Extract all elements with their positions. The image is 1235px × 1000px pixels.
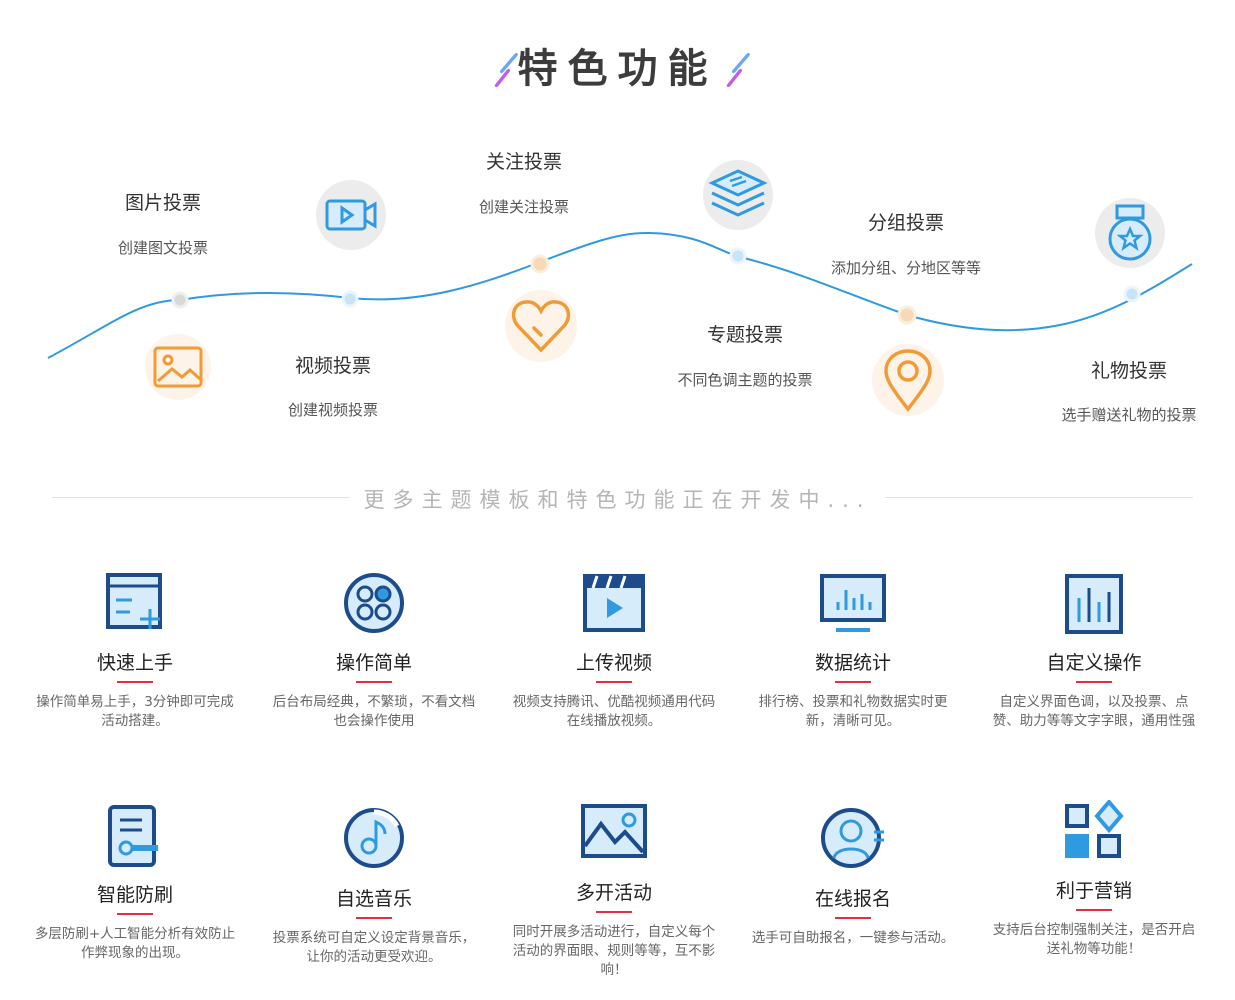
feature-name: 智能防刷 xyxy=(96,884,173,906)
timeline-title-topic: 专题投票 xyxy=(706,324,783,346)
feature-desc: 同时开展多活动进行，自定义每个活动的界面眼、规则等等，互不影响！ xyxy=(512,924,716,978)
feature-name: 利于营销 xyxy=(1055,880,1132,902)
feature-desc: 多层防刷+人工智能分析有效防止作弊现象的出现。 xyxy=(34,926,236,961)
feature-card: 操作简单 后台布局经典，不繁琐，不看文档也会操作使用 xyxy=(264,572,484,731)
heart-icon xyxy=(505,290,577,362)
timeline-node-group xyxy=(897,305,917,325)
divider-right xyxy=(885,497,1193,498)
document-key-icon xyxy=(100,804,170,874)
location-pin-icon xyxy=(872,344,944,416)
timeline-node-image xyxy=(171,291,189,309)
feature-name: 在线报名 xyxy=(814,888,891,910)
timeline-sub-group: 添加分组、分地区等等 xyxy=(830,259,981,277)
feature-name: 上传视频 xyxy=(575,652,652,674)
feature-desc: 支持后台控制强制关注，是否开启送礼物等功能！ xyxy=(992,922,1196,957)
feature-card: 自选音乐 投票系统可自定义设定背景音乐，让你的活动更受欢迎。 xyxy=(264,804,484,967)
timeline-node-video xyxy=(341,290,359,308)
timeline-title-image: 图片投票 xyxy=(124,192,201,214)
timeline-sub-image: 创建图文投票 xyxy=(117,239,208,257)
feature-desc: 自定义界面色调，以及投票、点赞、助力等等文字字眼，通用性强 xyxy=(992,694,1196,729)
feature-underline xyxy=(356,917,392,919)
timeline-title-gift: 礼物投票 xyxy=(1090,360,1167,382)
feature-desc: 视频支持腾讯、优酷视频通用代码在线播放视频。 xyxy=(512,694,716,729)
landscape-icon xyxy=(579,802,649,872)
timeline-sub-video: 创建视频投票 xyxy=(287,401,378,419)
timeline-node-topic xyxy=(729,247,747,265)
feature-name: 操作简单 xyxy=(335,652,412,674)
feature-underline xyxy=(356,681,392,683)
clapper-icon xyxy=(579,572,649,642)
feature-card: 上传视频 视频支持腾讯、优酷视频通用代码在线播放视频。 xyxy=(504,572,724,731)
grid-dial-icon xyxy=(339,572,409,642)
feature-desc: 后台布局经典，不繁琐，不看文档也会操作使用 xyxy=(272,694,476,729)
timeline-title-group: 分组投票 xyxy=(867,212,944,234)
more-coming-text: 更多主题模板和特色功能正在开发中... xyxy=(350,484,885,514)
timeline-title-video: 视频投票 xyxy=(294,355,371,377)
feature-card: 智能防刷 多层防刷+人工智能分析有效防止作弊现象的出现。 xyxy=(25,804,245,963)
feature-card: 多开活动 同时开展多活动进行，自定义每个活动的界面眼、规则等等，互不影响！ xyxy=(504,802,724,980)
feature-underline xyxy=(117,681,153,683)
layers-icon xyxy=(703,160,773,230)
timeline-node-gift xyxy=(1123,285,1141,303)
feature-name: 数据统计 xyxy=(814,652,891,674)
image-icon xyxy=(145,334,211,400)
timeline-sub-gift: 选手赠送礼物的投票 xyxy=(1061,406,1197,424)
feature-name: 快速上手 xyxy=(96,652,173,674)
timeline-node-follow xyxy=(530,254,550,274)
timeline-sub-follow: 创建关注投票 xyxy=(478,198,569,216)
music-icon xyxy=(339,804,409,874)
feature-card: 在线报名 选手可自助报名，一键参与活动。 xyxy=(743,804,963,948)
feature-card: 自定义操作 自定义界面色调，以及投票、点赞、助力等等文字字眼，通用性强 xyxy=(984,572,1204,731)
feature-card: 利于营销 支持后台控制强制关注，是否开启送礼物等功能！ xyxy=(984,798,1204,959)
feature-card: 快速上手 操作简单易上手，3分钟即可完成活动搭建。 xyxy=(25,572,245,731)
feature-underline xyxy=(1076,681,1112,683)
feature-card: 数据统计 排行榜、投票和礼物数据实时更新，清晰可见。 xyxy=(743,572,963,731)
monitor-chart-icon xyxy=(818,572,888,642)
medal-icon xyxy=(1095,198,1165,268)
feature-underline xyxy=(1076,909,1112,911)
timeline-title-follow: 关注投票 xyxy=(485,151,562,173)
feature-name: 多开活动 xyxy=(575,882,652,904)
user-profile-icon xyxy=(818,804,888,874)
feature-underline xyxy=(596,681,632,683)
feature-underline xyxy=(835,917,871,919)
apps-icon xyxy=(1059,798,1129,870)
divider-left xyxy=(52,497,352,498)
feature-desc: 操作简单易上手，3分钟即可完成活动搭建。 xyxy=(36,694,234,729)
timeline-sub-topic: 不同色调主题的投票 xyxy=(677,371,813,389)
custom-bars-icon xyxy=(1059,572,1129,642)
feature-underline xyxy=(117,913,153,915)
feature-desc: 投票系统可自定义设定背景音乐，让你的活动更受欢迎。 xyxy=(272,930,476,965)
feature-desc: 排行榜、投票和礼物数据实时更新，清晰可见。 xyxy=(758,694,948,729)
feature-name: 自定义操作 xyxy=(1046,652,1142,674)
quick-start-icon xyxy=(100,572,170,642)
feature-name: 自选音乐 xyxy=(335,888,412,910)
feature-underline xyxy=(835,681,871,683)
feature-desc: 选手可自助报名，一键参与活动。 xyxy=(751,930,955,946)
feature-underline xyxy=(596,911,632,913)
video-camera-icon xyxy=(316,180,386,250)
